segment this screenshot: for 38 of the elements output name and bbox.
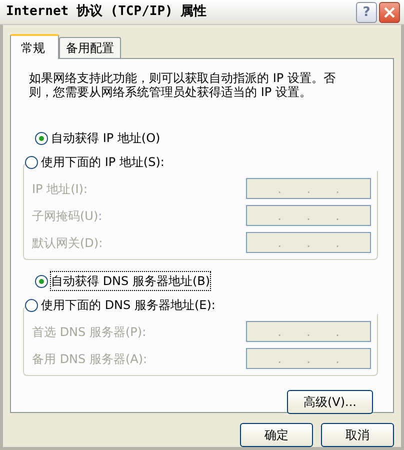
separator-dot: .: [278, 208, 282, 224]
radio-button[interactable]: [25, 298, 38, 312]
description-text: 如果网络支持此功能，则可以获取自动指派的 IP 设置。否则，您需要从网络系统管理员处获得适当的 IP 设置。: [29, 71, 336, 99]
field-label: 子网掩码(U):: [32, 208, 102, 224]
separator-dot: .: [336, 350, 340, 368]
separator-dot: .: [306, 324, 310, 340]
tab[interactable]: 备用配置: [59, 37, 121, 58]
radio-label[interactable]: 使用下面的 IP 地址(S):: [41, 153, 164, 171]
help-button[interactable]: ?: [356, 2, 377, 22]
field-label: 默认网关(D):: [32, 234, 103, 252]
dialog-button[interactable]: 确定: [240, 423, 313, 447]
separator-dot: .: [278, 234, 282, 252]
radio-label[interactable]: 使用下面的 DNS 服务器地址(E):: [41, 296, 216, 314]
radio-button[interactable]: [25, 156, 38, 168]
advanced-button[interactable]: 高级(V)...: [287, 390, 373, 414]
radio-label[interactable]: 自动获得 IP 地址(O): [51, 129, 160, 147]
separator-dot: .: [336, 180, 340, 198]
separator-dot: .: [306, 208, 310, 224]
field-label: 首选 DNS 服务器(P):: [32, 324, 146, 340]
radio-button[interactable]: [35, 132, 48, 144]
tab[interactable]: 常规: [10, 34, 59, 59]
separator-dot: .: [306, 350, 310, 368]
radio-label[interactable]: 自动获得 DNS 服务器地址(B): [51, 272, 210, 290]
close-button[interactable]: [379, 2, 400, 22]
field-label: IP 地址(I):: [32, 180, 88, 198]
separator-dot: .: [336, 208, 340, 224]
separator-dot: .: [336, 324, 340, 340]
separator-dot: .: [278, 180, 282, 198]
window-title: Internet 协议 (TCP/IP) 属性: [6, 2, 208, 22]
close-icon: [384, 6, 395, 18]
separator-dot: .: [278, 350, 282, 368]
separator-dot: .: [306, 234, 310, 252]
dialog-button[interactable]: 取消: [321, 423, 394, 447]
separator-dot: .: [336, 234, 340, 252]
separator-dot: .: [278, 324, 282, 340]
radio-button[interactable]: [35, 274, 48, 288]
separator-dot: .: [306, 180, 310, 198]
field-label: 备用 DNS 服务器(A):: [32, 350, 148, 368]
